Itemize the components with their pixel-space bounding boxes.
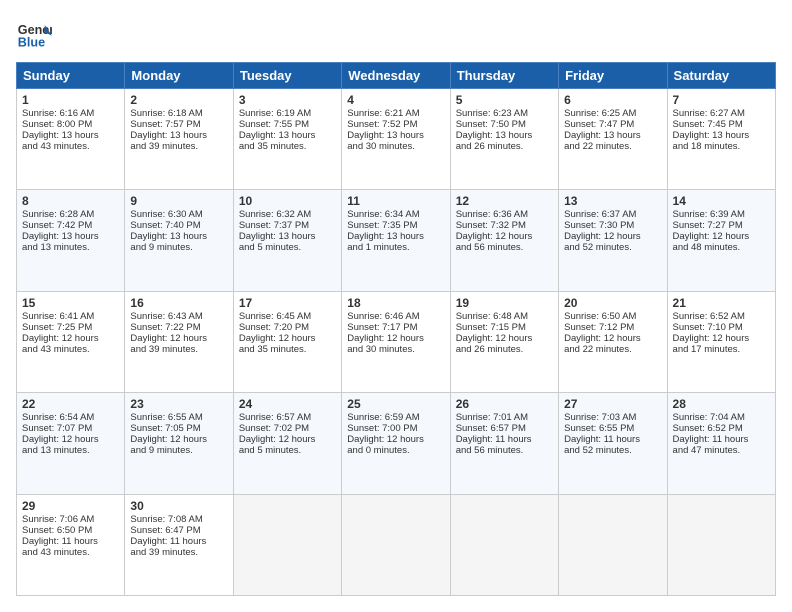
calendar-cell: 23Sunrise: 6:55 AMSunset: 7:05 PMDayligh… <box>125 393 233 494</box>
weekday-header: Saturday <box>667 63 775 89</box>
calendar-cell: 16Sunrise: 6:43 AMSunset: 7:22 PMDayligh… <box>125 291 233 392</box>
calendar-cell: 7Sunrise: 6:27 AMSunset: 7:45 PMDaylight… <box>667 89 775 190</box>
calendar-cell: 6Sunrise: 6:25 AMSunset: 7:47 PMDaylight… <box>559 89 667 190</box>
calendar-cell: 12Sunrise: 6:36 AMSunset: 7:32 PMDayligh… <box>450 190 558 291</box>
calendar-cell: 1Sunrise: 6:16 AMSunset: 8:00 PMDaylight… <box>17 89 125 190</box>
calendar-cell <box>667 494 775 595</box>
calendar-cell: 18Sunrise: 6:46 AMSunset: 7:17 PMDayligh… <box>342 291 450 392</box>
calendar-cell: 8Sunrise: 6:28 AMSunset: 7:42 PMDaylight… <box>17 190 125 291</box>
logo-icon: General Blue <box>16 16 52 52</box>
calendar-cell: 19Sunrise: 6:48 AMSunset: 7:15 PMDayligh… <box>450 291 558 392</box>
calendar-cell: 29Sunrise: 7:06 AMSunset: 6:50 PMDayligh… <box>17 494 125 595</box>
calendar-cell <box>342 494 450 595</box>
page: General Blue SundayMondayTuesdayWednesda… <box>0 0 792 612</box>
weekday-header: Monday <box>125 63 233 89</box>
header: General Blue <box>16 16 776 52</box>
calendar-cell: 11Sunrise: 6:34 AMSunset: 7:35 PMDayligh… <box>342 190 450 291</box>
weekday-header: Wednesday <box>342 63 450 89</box>
weekday-header: Friday <box>559 63 667 89</box>
calendar-cell <box>450 494 558 595</box>
calendar-cell: 17Sunrise: 6:45 AMSunset: 7:20 PMDayligh… <box>233 291 341 392</box>
weekday-header: Thursday <box>450 63 558 89</box>
calendar-cell: 14Sunrise: 6:39 AMSunset: 7:27 PMDayligh… <box>667 190 775 291</box>
svg-text:Blue: Blue <box>18 36 45 50</box>
weekday-header: Tuesday <box>233 63 341 89</box>
logo: General Blue <box>16 16 52 52</box>
calendar-cell: 13Sunrise: 6:37 AMSunset: 7:30 PMDayligh… <box>559 190 667 291</box>
calendar-cell: 25Sunrise: 6:59 AMSunset: 7:00 PMDayligh… <box>342 393 450 494</box>
calendar: SundayMondayTuesdayWednesdayThursdayFrid… <box>16 62 776 596</box>
calendar-cell: 22Sunrise: 6:54 AMSunset: 7:07 PMDayligh… <box>17 393 125 494</box>
weekday-header: Sunday <box>17 63 125 89</box>
calendar-cell <box>233 494 341 595</box>
calendar-cell: 20Sunrise: 6:50 AMSunset: 7:12 PMDayligh… <box>559 291 667 392</box>
calendar-cell: 24Sunrise: 6:57 AMSunset: 7:02 PMDayligh… <box>233 393 341 494</box>
calendar-cell <box>559 494 667 595</box>
calendar-cell: 3Sunrise: 6:19 AMSunset: 7:55 PMDaylight… <box>233 89 341 190</box>
calendar-cell: 27Sunrise: 7:03 AMSunset: 6:55 PMDayligh… <box>559 393 667 494</box>
calendar-cell: 30Sunrise: 7:08 AMSunset: 6:47 PMDayligh… <box>125 494 233 595</box>
calendar-cell: 4Sunrise: 6:21 AMSunset: 7:52 PMDaylight… <box>342 89 450 190</box>
calendar-cell: 28Sunrise: 7:04 AMSunset: 6:52 PMDayligh… <box>667 393 775 494</box>
calendar-cell: 9Sunrise: 6:30 AMSunset: 7:40 PMDaylight… <box>125 190 233 291</box>
calendar-cell: 5Sunrise: 6:23 AMSunset: 7:50 PMDaylight… <box>450 89 558 190</box>
calendar-cell: 10Sunrise: 6:32 AMSunset: 7:37 PMDayligh… <box>233 190 341 291</box>
calendar-cell: 2Sunrise: 6:18 AMSunset: 7:57 PMDaylight… <box>125 89 233 190</box>
calendar-cell: 26Sunrise: 7:01 AMSunset: 6:57 PMDayligh… <box>450 393 558 494</box>
calendar-cell: 21Sunrise: 6:52 AMSunset: 7:10 PMDayligh… <box>667 291 775 392</box>
calendar-cell: 15Sunrise: 6:41 AMSunset: 7:25 PMDayligh… <box>17 291 125 392</box>
